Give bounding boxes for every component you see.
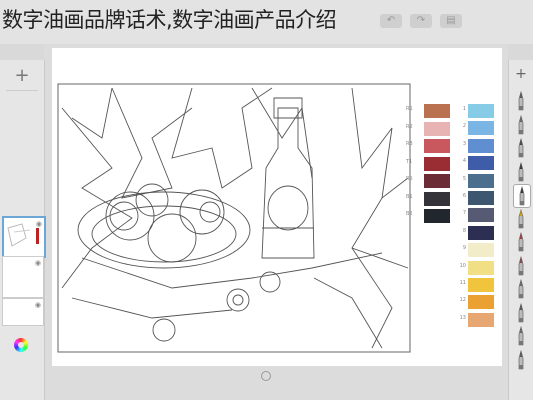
color-swatch[interactable]	[468, 173, 494, 188]
color-swatch[interactable]	[424, 156, 450, 171]
color-swatch[interactable]	[468, 156, 494, 171]
color-swatch[interactable]	[468, 138, 494, 153]
color-swatch[interactable]	[468, 191, 494, 205]
swatch-label: B1	[406, 193, 413, 200]
swatch-label: 11	[459, 280, 466, 286]
line-art-sketch	[57, 83, 411, 353]
redo-icon[interactable]: ↷	[410, 14, 432, 28]
brush-10-icon[interactable]	[513, 302, 529, 324]
swatch-label: 13	[459, 314, 466, 321]
swatch-label: B2	[406, 211, 413, 217]
swatch-label: 7	[462, 210, 466, 217]
add-tool-icon[interactable]: +	[513, 66, 529, 82]
color-swatch[interactable]	[424, 104, 450, 118]
swatch-label: 10	[459, 262, 466, 269]
layer-thumb-2[interactable]: ◉	[2, 256, 44, 298]
swatch-label: 5	[462, 175, 466, 182]
top-icons: ↶ ↷ ▤	[380, 14, 462, 28]
color-swatch[interactable]	[468, 208, 494, 223]
layer-thumb-1[interactable]: ◉	[2, 216, 46, 258]
undo-icon[interactable]: ↶	[380, 14, 402, 28]
layer-thumb-3[interactable]: ◉	[2, 298, 44, 326]
color-swatch[interactable]	[468, 104, 494, 118]
divider	[6, 90, 38, 91]
brush-5-icon[interactable]	[513, 184, 531, 208]
pencil-icon[interactable]	[513, 208, 529, 230]
swatch-label: 8	[462, 227, 466, 234]
color-swatch[interactable]	[424, 174, 450, 188]
brush-7-icon[interactable]	[513, 231, 529, 253]
swatch-label: T1	[406, 158, 413, 165]
add-layer-button[interactable]: +	[6, 64, 38, 88]
swatch-label: 4	[462, 158, 466, 165]
color-swatch[interactable]	[424, 191, 450, 206]
brush-1-icon[interactable]	[513, 90, 529, 112]
title-bar: 数字油画品牌话术,数字油画产品介绍 ↶ ↷ ▤	[0, 0, 533, 44]
swatch-label: 9	[462, 245, 466, 252]
swatch-label: 1	[462, 106, 466, 112]
color-swatch[interactable]	[468, 225, 494, 240]
swatch-label: 3	[462, 140, 466, 147]
color-swatch[interactable]	[424, 139, 450, 153]
swatch-label: 2	[462, 123, 466, 130]
visibility-eye-icon[interactable]: ◉	[35, 259, 41, 267]
brush-4-icon[interactable]	[513, 161, 529, 183]
color-swatch[interactable]	[468, 312, 494, 327]
swatch-label: 12	[459, 297, 466, 304]
color-wheel-icon[interactable]	[14, 338, 28, 352]
visibility-eye-icon[interactable]: ◉	[36, 220, 42, 228]
tools-panel: +	[508, 60, 533, 400]
color-swatch[interactable]	[424, 209, 450, 223]
color-swatch[interactable]	[468, 295, 494, 310]
home-indicator	[261, 371, 271, 381]
visibility-eye-icon[interactable]: ◉	[35, 301, 41, 309]
page-title: 数字油画品牌话术,数字油画产品介绍	[2, 8, 337, 32]
color-swatch[interactable]	[424, 121, 450, 136]
swatch-label: R5	[406, 176, 413, 182]
brush-8-icon[interactable]	[513, 255, 529, 277]
color-swatch[interactable]	[468, 243, 494, 258]
paint-by-numbers-canvas[interactable]: R1 R2 R3 T1 R5 B1 B2 1 2 3 4 5 6 7 8 9 10 11 12 13	[52, 48, 502, 366]
color-swatch[interactable]	[468, 278, 494, 292]
color-swatch[interactable]	[468, 260, 494, 275]
brush-9-icon[interactable]	[513, 278, 529, 300]
swatch-label: R3	[406, 141, 413, 147]
swatch-label: 6	[462, 193, 466, 199]
brush-3-icon[interactable]	[513, 137, 529, 159]
brush-12-icon[interactable]	[513, 349, 529, 371]
brush-2-icon[interactable]	[513, 114, 529, 136]
brush-11-icon[interactable]	[513, 325, 529, 347]
swatch-label: R2	[406, 123, 413, 130]
swatch-label: R1	[406, 106, 413, 112]
color-swatch[interactable]	[468, 121, 494, 136]
gallery-icon[interactable]: ▤	[440, 14, 462, 28]
layers-panel: + ◉ ◉ ◉	[0, 60, 46, 400]
